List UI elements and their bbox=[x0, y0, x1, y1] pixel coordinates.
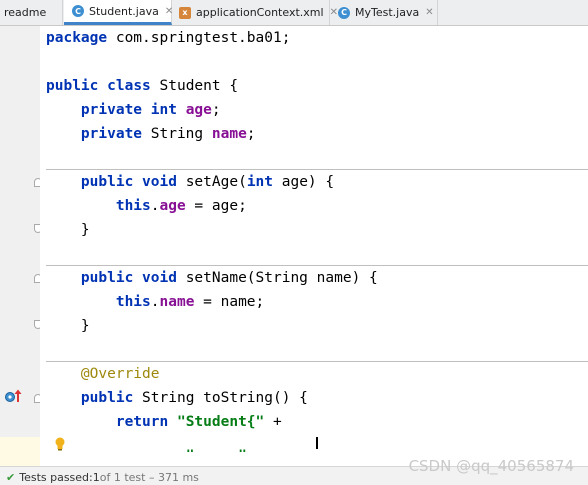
code-line-field-name: private String name; bbox=[80, 126, 256, 142]
code-line-return: return "Student{" + bbox=[115, 414, 282, 430]
status-summary: of 1 test – 371 ms bbox=[99, 470, 199, 484]
code-editor[interactable]: package com.springtest.ba01; public clas… bbox=[40, 26, 588, 466]
test-class-icon: C bbox=[338, 6, 350, 19]
close-icon[interactable]: ✕ bbox=[425, 7, 433, 18]
code-line-class-decl: public class Student { bbox=[46, 78, 239, 94]
code-line-partial: " " bbox=[46, 434, 247, 452]
code-line-set-age-body: this.age = age; bbox=[115, 198, 247, 214]
code-line-set-name-sig: public void setName(String name) { bbox=[80, 270, 378, 286]
status-text: Tests passed: bbox=[19, 470, 93, 484]
editor-tab-bar: readme C Student.java ✕ x applicationCon… bbox=[0, 0, 588, 26]
lightbulb-icon[interactable] bbox=[54, 437, 66, 451]
tab-student-java[interactable]: C Student.java ✕ bbox=[64, 0, 173, 25]
code-line-close-brace: } bbox=[80, 318, 90, 334]
editor-gutter bbox=[0, 26, 42, 466]
tab-label: applicationContext.xml bbox=[196, 6, 324, 19]
code-line-annotation: @Override bbox=[80, 366, 160, 382]
code-line-to-string-sig: public String toString() { bbox=[80, 390, 308, 406]
code-line-field-age: private int age; bbox=[80, 102, 221, 118]
test-result[interactable]: ✔ Tests passed: 1 of 1 test – 371 ms bbox=[6, 470, 199, 484]
tab-label: MyTest.java bbox=[355, 6, 420, 19]
tab-mytest-java[interactable]: C MyTest.java ✕ bbox=[330, 0, 438, 25]
code-line-package: package com.springtest.ba01; bbox=[46, 30, 291, 46]
tab-label: readme bbox=[4, 6, 47, 19]
override-method-icon[interactable] bbox=[4, 389, 22, 403]
class-icon: C bbox=[72, 5, 84, 17]
status-passed-count: 1 bbox=[92, 470, 100, 484]
tab-application-context-xml[interactable]: x applicationContext.xml ✕ bbox=[172, 0, 338, 25]
watermark: CSDN @qq_40565874 bbox=[408, 457, 574, 475]
code-line-close-brace: } bbox=[80, 222, 90, 238]
tab-label: Student.java bbox=[89, 4, 159, 18]
check-icon: ✔ bbox=[6, 470, 16, 484]
text-caret bbox=[316, 437, 318, 449]
xml-file-icon: x bbox=[179, 6, 191, 19]
tab-readme[interactable]: readme bbox=[0, 0, 63, 25]
code-line-set-name-body: this.name = name; bbox=[115, 294, 265, 310]
code-line-set-age-sig: public void setAge(int age) { bbox=[80, 174, 335, 190]
